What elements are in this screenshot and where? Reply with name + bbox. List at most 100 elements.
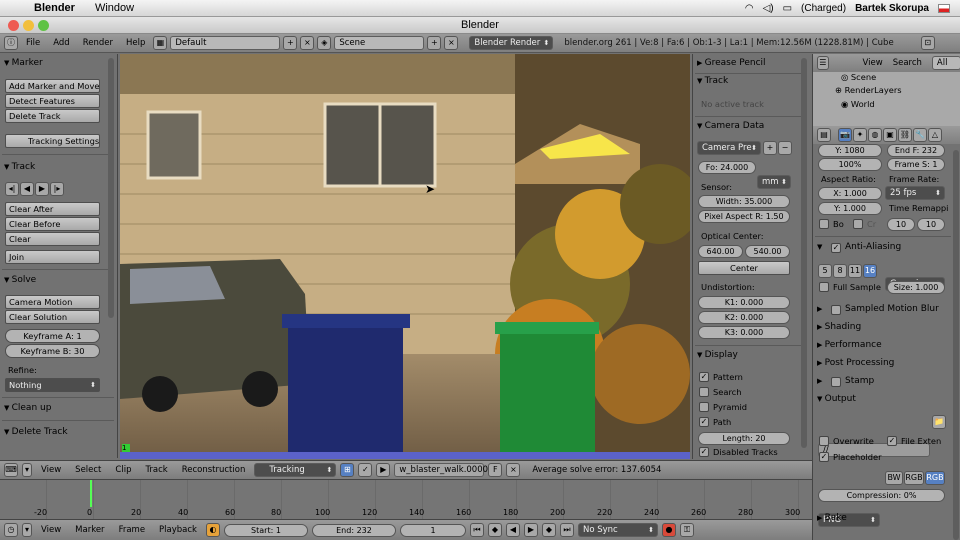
resolution-percent-field[interactable]: 100%	[818, 158, 882, 171]
play-icon[interactable]: ▶	[523, 523, 538, 537]
camera-motion-button[interactable]: Camera Motion	[5, 295, 100, 309]
clip-menu-view[interactable]: View	[36, 465, 66, 475]
outliner-renderlayers-item[interactable]: ⊕ RenderLayers	[835, 85, 902, 95]
clear-before-button[interactable]: Clear Before	[5, 217, 100, 231]
scene-tab-icon[interactable]: ✦	[853, 128, 867, 142]
track-panel-title[interactable]: Track	[4, 162, 36, 172]
outliner-editor-icon[interactable]: ☰	[817, 56, 829, 70]
color-bw-button[interactable]: BW	[885, 471, 903, 485]
aa-samples-16[interactable]: 16	[863, 264, 877, 278]
track-forward-frame-icon[interactable]: |▸	[50, 182, 64, 196]
timeline-menu-frame[interactable]: Frame	[114, 525, 150, 535]
border-checkbox[interactable]	[819, 219, 829, 229]
aa-samples-11[interactable]: 11	[848, 264, 862, 278]
fake-user-button[interactable]: F	[488, 463, 503, 477]
performance-panel-title[interactable]: Performance	[817, 340, 882, 350]
next-keyframe-icon[interactable]: ◆	[541, 523, 556, 537]
clear-button[interactable]: Clear	[5, 232, 100, 246]
jump-end-icon[interactable]: ⏭	[559, 523, 574, 537]
data-tab-icon[interactable]: △	[928, 128, 942, 142]
full-sample-checkbox[interactable]	[819, 282, 829, 292]
compression-field[interactable]: Compression: 0%	[818, 489, 945, 502]
aspect-y-field[interactable]: Y: 1.000	[818, 202, 882, 215]
aa-samples-8[interactable]: 8	[833, 264, 847, 278]
refine-select[interactable]: Nothing	[5, 378, 100, 392]
track-backward-icon[interactable]: ◀	[20, 182, 34, 196]
pyramid-checkbox[interactable]	[699, 402, 709, 412]
pixel-aspect-field[interactable]: Pixel Aspect R: 1.50	[698, 210, 790, 223]
sync-mode-select[interactable]: No Sync	[577, 523, 658, 537]
add-scene-icon[interactable]: +	[427, 36, 442, 50]
bake-panel-title[interactable]: Bake	[817, 513, 847, 523]
optical-center-y-field[interactable]: 540.00	[745, 245, 790, 258]
post-processing-panel-title[interactable]: Post Processing	[817, 358, 895, 368]
auto-keying-icon[interactable]: ●	[661, 523, 676, 537]
wifi-icon[interactable]: ◠	[745, 3, 754, 14]
keying-set-icon[interactable]: ⚿	[679, 523, 694, 537]
optical-center-x-field[interactable]: 640.00	[698, 245, 743, 258]
scene-field[interactable]: Scene	[334, 36, 425, 50]
aa-size-field[interactable]: Size: 1.000	[887, 281, 945, 294]
collapse-menu-icon[interactable]: ▾	[22, 463, 32, 477]
remove-screen-icon[interactable]: ×	[300, 36, 315, 50]
k3-field[interactable]: K3: 0.000	[698, 326, 790, 339]
zoom-window-button[interactable]	[38, 20, 49, 31]
track-props-title[interactable]: Track	[697, 76, 729, 86]
sensor-width-field[interactable]: Width: 35.000	[698, 195, 790, 208]
close-window-button[interactable]	[8, 20, 19, 31]
clip-menu-select[interactable]: Select	[70, 465, 106, 475]
folder-icon[interactable]: 📁	[932, 415, 946, 429]
app-menu[interactable]: Blender	[34, 2, 75, 14]
timeline-menu-marker[interactable]: Marker	[70, 525, 109, 535]
jump-start-icon[interactable]: ⏮	[469, 523, 484, 537]
clip-editor-type-icon[interactable]: ⌨	[4, 463, 18, 477]
start-frame-field[interactable]: Start: 1	[223, 523, 308, 537]
object-tab-icon[interactable]: ▣	[883, 128, 897, 142]
editor-type-icon[interactable]: ⓘ	[4, 36, 18, 50]
outliner-display-select[interactable]: All Scen	[931, 56, 960, 70]
camera-data-title[interactable]: Camera Data	[697, 121, 765, 131]
frame-step-field[interactable]: Frame S: 1	[887, 158, 945, 171]
battery-icon[interactable]: ▭	[783, 3, 792, 14]
delete-track-button[interactable]: Delete Track	[5, 109, 100, 123]
aa-samples-5[interactable]: 5	[818, 264, 832, 278]
search-checkbox[interactable]	[699, 387, 709, 397]
pattern-checkbox[interactable]: ✓	[699, 372, 709, 382]
color-rgb-button[interactable]: RGB	[904, 471, 924, 485]
screen-layout-icon[interactable]: ▦	[153, 36, 168, 50]
outliner-scene-item[interactable]: ◎ Scene	[841, 72, 876, 82]
clip-mode-select[interactable]: Tracking	[254, 463, 337, 477]
properties-editor-icon[interactable]: ▤	[817, 128, 831, 142]
fps-select[interactable]: 25 fps	[885, 186, 945, 200]
clear-after-button[interactable]: Clear After	[5, 202, 100, 216]
clip-menu-reconstruction[interactable]: Reconstruction	[177, 465, 251, 475]
path-length-field[interactable]: Length: 20	[698, 432, 790, 445]
menu-file[interactable]: File	[21, 38, 45, 48]
clip-viewport[interactable]: 1 ➤	[120, 54, 690, 459]
aa-expand[interactable]	[817, 242, 822, 252]
placeholder-checkbox[interactable]: ✓	[819, 452, 829, 462]
render-engine-select[interactable]: Blender Render	[469, 36, 554, 50]
user-name[interactable]: Bartek Skorupa	[855, 3, 929, 14]
tool-shelf-scrollbar[interactable]	[108, 58, 114, 318]
end-frame-field[interactable]: End: 232	[311, 523, 396, 537]
keyframe-a-field[interactable]: Keyframe A: 1	[5, 329, 100, 343]
add-marker-button[interactable]: Add Marker and Move	[5, 79, 100, 93]
cleanup-panel-title[interactable]: Clean up	[4, 403, 52, 413]
add-preset-icon[interactable]: +	[763, 141, 777, 155]
display-panel-title[interactable]: Display	[697, 350, 738, 360]
camera-preset-select[interactable]: Camera Pre	[697, 141, 761, 155]
shading-panel-title[interactable]: Shading	[817, 322, 862, 332]
render-props-scrollbar[interactable]	[953, 150, 959, 540]
volume-icon[interactable]: ◁)	[763, 3, 774, 14]
unlink-clip-icon[interactable]: ×	[506, 463, 521, 477]
clip-menu-track[interactable]: Track	[140, 465, 172, 475]
minimize-window-button[interactable]	[23, 20, 34, 31]
remove-scene-icon[interactable]: ×	[444, 36, 459, 50]
join-button[interactable]: Join	[5, 250, 100, 264]
outliner-view-menu[interactable]: View	[863, 58, 883, 68]
render-tab-icon[interactable]: 📷	[838, 128, 852, 142]
focal-unit-select[interactable]: mm	[757, 175, 791, 189]
outliner-search-menu[interactable]: Search	[893, 58, 922, 68]
menu-add[interactable]: Add	[48, 38, 74, 48]
